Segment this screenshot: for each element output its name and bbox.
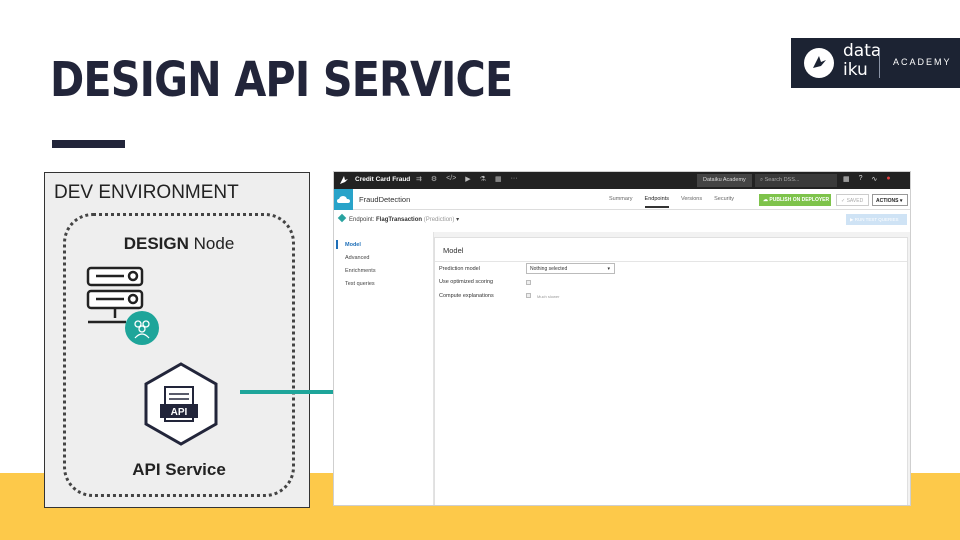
cloud-icon xyxy=(334,189,353,210)
dss-service-bar: FraudDetection Summary Endpoints Version… xyxy=(334,189,910,210)
endpoint-selector[interactable]: Endpoint: FlagTransaction (Prediction) ▾ xyxy=(337,213,460,223)
actions-button[interactable]: ACTIONS ▾ xyxy=(872,194,908,206)
logo-separator xyxy=(879,48,880,78)
dev-environment-label: DEV ENVIRONMENT xyxy=(54,182,239,203)
code-icon[interactable]: </> xyxy=(446,175,456,183)
logo-line1: data xyxy=(843,41,882,61)
dss-screenshot: Credit Card Fraud ⇉ ⚙ </> ▶ ⚗ ▦ ··· Data… xyxy=(333,171,911,506)
design-node-rest: Node xyxy=(188,234,235,253)
compute-explanations-label: Compute explanations xyxy=(439,293,494,299)
page-title: DESIGN API SERVICE xyxy=(50,52,513,108)
card-divider xyxy=(435,261,907,262)
card-title: Model xyxy=(443,246,464,255)
tab-summary[interactable]: Summary xyxy=(609,196,633,208)
chevron-down-icon: ▾ xyxy=(607,266,610,272)
prediction-model-value: Nothing selected xyxy=(530,266,568,272)
run-icon[interactable]: ▶ xyxy=(465,175,470,183)
dss-topbar: Credit Card Fraud ⇉ ⚙ </> ▶ ⚗ ▦ ··· Data… xyxy=(334,172,910,189)
dataiku-academy-logo: data iku ACADEMY xyxy=(791,38,960,88)
tab-security[interactable]: Security xyxy=(714,196,734,208)
compute-explanations-hint: Much slower xyxy=(537,294,560,299)
service-name: FraudDetection xyxy=(359,195,411,204)
compute-explanations-checkbox[interactable] xyxy=(526,293,531,298)
side-nav-test-queries[interactable]: Test queries xyxy=(345,281,375,287)
side-nav-enrichments[interactable]: Enrichments xyxy=(345,268,376,274)
search-placeholder: Search DSS... xyxy=(764,177,800,183)
more-icon[interactable]: ··· xyxy=(511,175,518,183)
api-service-label: API Service xyxy=(132,460,226,479)
optimized-scoring-label: Use optimized scoring xyxy=(439,279,494,285)
logo-line2: iku xyxy=(843,60,868,80)
logo-wordmark: data iku xyxy=(843,42,881,80)
caret-down-icon: ▾ xyxy=(898,198,903,204)
tab-versions[interactable]: Versions xyxy=(681,196,702,208)
prediction-model-label: Prediction model xyxy=(439,266,480,272)
project-name[interactable]: Credit Card Fraud xyxy=(355,176,410,183)
endpoint-diamond-icon xyxy=(337,213,347,223)
endpoint-main: Model Prediction model Nothing selected … xyxy=(434,232,910,505)
flow-icon[interactable]: ⇉ xyxy=(416,175,422,183)
design-node-label: DESIGN Node xyxy=(66,234,292,254)
endpoint-type: (Prediction) xyxy=(423,217,455,223)
model-settings-card: Model Prediction model Nothing selected … xyxy=(434,237,908,505)
design-node-box: DESIGN Node API API Service xyxy=(63,213,295,497)
side-nav-advanced[interactable]: Advanced xyxy=(345,255,369,261)
topbar-right-icons: ▦ ? ∿ ● xyxy=(843,175,891,183)
activity-icon[interactable]: ∿ xyxy=(872,175,878,183)
side-nav-model[interactable]: Model xyxy=(345,242,361,248)
help-icon[interactable]: ? xyxy=(859,175,863,183)
title-underline xyxy=(52,140,125,148)
server-icon xyxy=(86,266,159,345)
lab-icon[interactable]: ⚗ xyxy=(480,175,486,183)
tab-endpoints[interactable]: Endpoints xyxy=(644,196,669,208)
settings-icon[interactable]: ⚙ xyxy=(431,175,437,183)
instance-name[interactable]: Dataiku Academy xyxy=(697,174,752,187)
saved-label: SAVED xyxy=(846,198,864,204)
dataiku-bird-icon[interactable] xyxy=(339,175,349,185)
active-nav-marker xyxy=(336,240,338,249)
publish-on-deployer-button[interactable]: ☁ PUBLISH ON DEPLOYER xyxy=(759,194,831,206)
actions-label: ACTIONS xyxy=(876,198,899,204)
search-input[interactable]: ⌕ Search DSS... xyxy=(755,174,837,187)
endpoint-side-nav: Model Advanced Enrichments Test queries xyxy=(334,232,434,505)
dashboard-icon[interactable]: ▦ xyxy=(495,175,502,183)
api-icon-text: API xyxy=(171,407,188,418)
endpoint-name: FlagTransaction xyxy=(376,217,423,223)
endpoint-prefix: Endpoint: xyxy=(349,217,377,223)
optimized-scoring-checkbox[interactable] xyxy=(526,280,531,285)
publish-label: PUBLISH ON DEPLOYER xyxy=(769,197,830,203)
apps-grid-icon[interactable]: ▦ xyxy=(843,175,850,183)
run-test-queries-label: RUN TEST QUERIES xyxy=(854,217,899,222)
topbar-icons: ⇉ ⚙ </> ▶ ⚗ ▦ ··· xyxy=(416,175,518,183)
api-service-icon: API xyxy=(142,361,220,452)
dataiku-bird-icon xyxy=(804,48,834,78)
notifications-icon[interactable]: ● xyxy=(886,175,890,183)
service-tabs: Summary Endpoints Versions Security xyxy=(609,196,734,208)
run-test-queries-button[interactable]: ▶ RUN TEST QUERIES xyxy=(846,214,907,225)
saved-button[interactable]: ✓ SAVED xyxy=(836,194,869,206)
logo-tagline: ACADEMY xyxy=(893,57,952,67)
endpoint-caret-icon: ▾ xyxy=(454,217,460,223)
prediction-model-select[interactable]: Nothing selected ▾ xyxy=(526,263,615,274)
design-node-bold: DESIGN xyxy=(123,234,189,253)
dev-environment-panel: DEV ENVIRONMENT DESIGN Node API API Serv… xyxy=(44,172,310,508)
